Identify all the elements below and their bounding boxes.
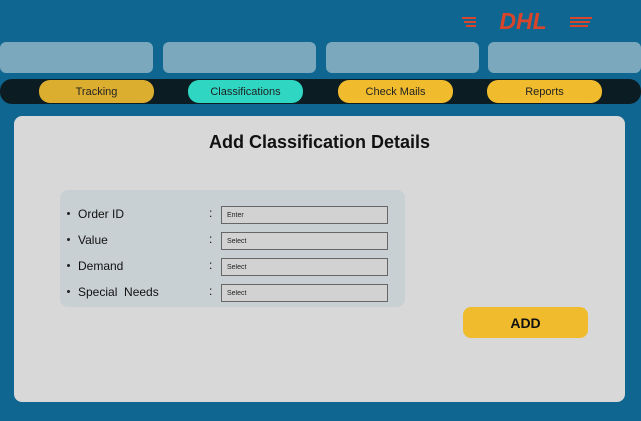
colon: :	[209, 258, 213, 272]
form-row-demand: Demand :	[60, 258, 405, 278]
top-slot-1	[0, 42, 153, 73]
top-slot-2	[163, 42, 316, 73]
tab-classifications[interactable]: Classifications	[188, 80, 303, 103]
form-row-value: Value :	[60, 232, 405, 252]
bullet-icon	[67, 238, 70, 241]
top-slot-3	[326, 42, 479, 73]
tab-tracking[interactable]: Tracking	[39, 80, 154, 103]
demand-select[interactable]	[221, 258, 388, 276]
dhl-logo-icon: DHL	[462, 8, 592, 34]
nav-bar: Tracking Classifications Check Mails Rep…	[0, 79, 641, 104]
colon: :	[209, 232, 213, 246]
classification-form: Order ID : Value : Demand : Special Need…	[60, 190, 405, 307]
value-select[interactable]	[221, 232, 388, 250]
bullet-icon	[67, 264, 70, 267]
classification-panel: Add Classification Details Order ID : Va…	[14, 116, 625, 402]
form-row-special-needs: Special Needs :	[60, 284, 405, 304]
dhl-logo: DHL	[462, 8, 594, 34]
order-id-label: Order ID	[78, 207, 125, 221]
top-slot-4	[488, 42, 641, 73]
colon: :	[209, 206, 213, 220]
colon: :	[209, 284, 213, 298]
logo-text: DHL	[499, 8, 546, 34]
bullet-icon	[67, 290, 70, 293]
special-needs-label: Special Needs	[78, 285, 159, 299]
page-title: Add Classification Details	[208, 132, 431, 152]
tab-reports[interactable]: Reports	[487, 80, 602, 103]
value-label: Value	[78, 233, 108, 247]
special-needs-select[interactable]	[221, 284, 388, 302]
bullet-icon	[67, 212, 70, 215]
top-placeholder-row	[0, 42, 641, 73]
order-id-input[interactable]	[221, 206, 388, 224]
form-row-order-id: Order ID :	[60, 206, 405, 226]
demand-label: Demand	[78, 259, 124, 273]
tab-check-mails[interactable]: Check Mails	[338, 80, 453, 103]
add-button[interactable]: ADD	[463, 307, 588, 338]
